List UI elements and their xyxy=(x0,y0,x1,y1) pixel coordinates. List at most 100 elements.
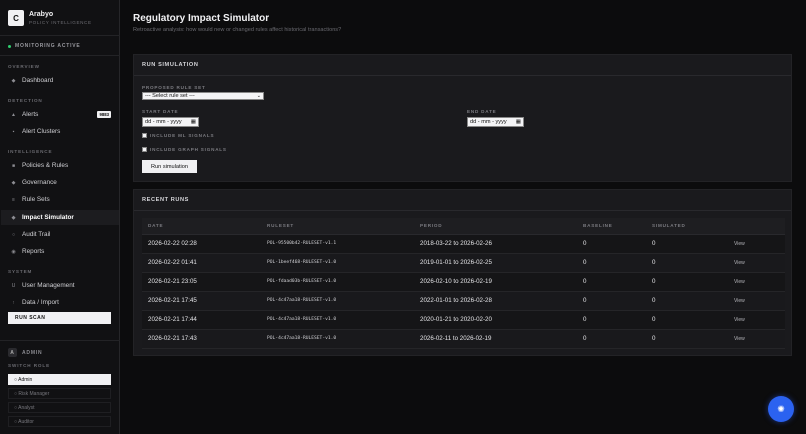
view-button[interactable]: View xyxy=(734,279,745,285)
column-header-actions xyxy=(728,218,785,235)
section-system: SYSTEM xyxy=(8,269,33,274)
sparkle-icon: ✺ xyxy=(777,403,785,414)
run-simulation-card: RUN SIMULATION PROPOSED RULE SET --- Sel… xyxy=(133,54,792,182)
end-date-input[interactable]: dd - mm - yyyy ▦ xyxy=(467,117,524,127)
divider xyxy=(0,55,120,56)
run-simulation-button[interactable]: Run simulation xyxy=(142,160,197,173)
sidebar-item-audit-trail[interactable]: ○ Audit Trail xyxy=(1,227,119,242)
sidebar-item-data-import[interactable]: ↑ Data / Import xyxy=(1,295,119,310)
cell-ruleset: POL-fdaad03b-RULESET-v1.0 xyxy=(261,272,414,292)
column-header-period: PERIOD xyxy=(414,218,577,235)
page-title: Regulatory Impact Simulator xyxy=(133,13,270,24)
sidebar-item-governance[interactable]: ◆ Governance xyxy=(1,175,119,190)
warning-icon: ▲ xyxy=(11,111,16,118)
role-risk-manager[interactable]: ○ Risk Manager xyxy=(8,388,111,399)
include-graph-checkbox[interactable]: INCLUDE GRAPH SIGNALS xyxy=(142,147,227,152)
role-auditor[interactable]: ○ Auditor xyxy=(8,416,111,427)
sidebar-item-rule-sets[interactable]: ≡ Rule Sets xyxy=(1,192,119,207)
chart-icon: ◉ xyxy=(11,248,16,255)
checkbox-icon[interactable] xyxy=(142,133,147,138)
cell-ruleset: POL-1beef468-RULESET-v1.0 xyxy=(261,253,414,273)
sidebar-item-alerts[interactable]: ▲ Alerts 9883 xyxy=(1,107,119,122)
cell-ruleset: POL-4c47aa18-RULESET-v1.0 xyxy=(261,329,414,349)
document-icon: ■ xyxy=(11,162,16,169)
user-icon: U xyxy=(11,282,16,289)
sidebar-item-reports[interactable]: ◉ Reports xyxy=(1,244,119,259)
cell-period: 2020-01-21 to 2020-02-20 xyxy=(414,310,577,330)
recent-runs-card: RECENT RUNS DATE RULESET PERIOD BASELINE… xyxy=(133,189,792,356)
cell-baseline: 0 xyxy=(577,272,646,292)
sidebar: C Arabyo POLICY INTELLIGENCE MONITORING … xyxy=(0,0,120,434)
table-row: 2026-02-21 23:05 POL-fdaad03b-RULESET-v1… xyxy=(142,272,785,292)
sidebar-item-dashboard[interactable]: ◆ Dashboard xyxy=(1,73,119,88)
cell-simulated: 0 xyxy=(646,234,728,254)
cell-simulated: 0 xyxy=(646,291,728,311)
start-date-input[interactable]: dd - mm - yyyy ▦ xyxy=(142,117,199,127)
recent-runs-table: DATE RULESET PERIOD BASELINE SIMULATED 2… xyxy=(142,218,785,349)
end-date-label: END DATE xyxy=(467,109,497,114)
brand-subtitle: POLICY INTELLIGENCE xyxy=(29,20,92,25)
view-button[interactable]: View xyxy=(734,241,745,247)
sidebar-item-policies-rules[interactable]: ■ Policies & Rules xyxy=(1,158,119,173)
cell-baseline: 0 xyxy=(577,310,646,330)
column-header-baseline: BASELINE xyxy=(577,218,646,235)
cell-simulated: 0 xyxy=(646,253,728,273)
table-row: 2026-02-21 17:43 POL-4c47aa18-RULESET-v1… xyxy=(142,329,785,349)
table-row: 2026-02-21 17:45 POL-4c47aa18-RULESET-v1… xyxy=(142,291,785,311)
checkbox-icon[interactable] xyxy=(142,147,147,152)
cell-ruleset: POL-95500b42-RULESET-v1.1 xyxy=(261,234,414,254)
role-admin[interactable]: ○ Admin xyxy=(8,374,111,385)
divider xyxy=(0,35,120,36)
brand: C Arabyo POLICY INTELLIGENCE xyxy=(8,10,92,26)
sidebar-item-impact-simulator[interactable]: ◆ Impact Simulator xyxy=(1,210,119,225)
cell-period: 2018-03-22 to 2026-02-26 xyxy=(414,234,577,254)
table-row: 2026-02-22 02:28 POL-95500b42-RULESET-v1… xyxy=(142,234,785,254)
calendar-icon[interactable]: ▦ xyxy=(191,119,196,125)
section-detection: DETECTION xyxy=(8,98,43,103)
cell-period: 2026-02-11 to 2026-02-19 xyxy=(414,329,577,349)
cell-period: 2019-01-01 to 2026-02-25 xyxy=(414,253,577,273)
switch-role-label: SWITCH ROLE xyxy=(8,363,51,368)
cell-period: 2022-01-01 to 2026-02-28 xyxy=(414,291,577,311)
chevron-down-icon: ⌄ xyxy=(256,93,261,99)
status-dot-icon xyxy=(8,44,11,48)
view-button[interactable]: View xyxy=(734,336,745,342)
brand-name: Arabyo xyxy=(29,11,54,18)
cell-date: 2026-02-21 17:45 xyxy=(142,291,261,311)
cell-period: 2026-02-10 to 2026-02-19 xyxy=(414,272,577,292)
sidebar-item-alert-clusters[interactable]: ▪ Alert Clusters xyxy=(1,124,119,139)
column-header-ruleset: RULESET xyxy=(261,218,414,235)
sidebar-item-user-management[interactable]: U User Management xyxy=(1,278,119,293)
cell-simulated: 0 xyxy=(646,310,728,330)
avatar: A xyxy=(8,348,17,357)
role-analyst[interactable]: ○ Analyst xyxy=(8,402,111,413)
recent-runs-heading: RECENT RUNS xyxy=(134,190,791,211)
run-scan-button[interactable]: RUN SCAN xyxy=(8,312,111,324)
column-header-simulated: SIMULATED xyxy=(646,218,728,235)
cell-date: 2026-02-21 23:05 xyxy=(142,272,261,292)
list-icon: ≡ xyxy=(12,196,15,203)
import-icon: ↑ xyxy=(12,299,15,306)
include-ml-checkbox[interactable]: INCLUDE ML SIGNALS xyxy=(142,133,214,138)
view-button[interactable]: View xyxy=(734,260,745,266)
assistant-button[interactable]: ✺ xyxy=(768,396,794,422)
start-date-label: START DATE xyxy=(142,109,179,114)
section-overview: OVERVIEW xyxy=(8,64,40,69)
cell-date: 2026-02-22 02:28 xyxy=(142,234,261,254)
monitoring-status: MONITORING ACTIVE xyxy=(8,43,81,49)
diamond-icon: ◆ xyxy=(11,179,16,186)
cell-date: 2026-02-21 17:43 xyxy=(142,329,261,349)
cell-simulated: 0 xyxy=(646,329,728,349)
view-button[interactable]: View xyxy=(734,298,745,304)
cluster-icon: ▪ xyxy=(12,128,15,135)
column-header-date: DATE xyxy=(142,218,261,235)
view-button[interactable]: View xyxy=(734,317,745,323)
calendar-icon[interactable]: ▦ xyxy=(516,119,521,125)
cell-ruleset: POL-4c47aa18-RULESET-v1.0 xyxy=(261,310,414,330)
cell-baseline: 0 xyxy=(577,234,646,254)
divider xyxy=(0,340,120,341)
cell-simulated: 0 xyxy=(646,272,728,292)
diamond-icon: ◆ xyxy=(11,214,16,221)
section-intelligence: INTELLIGENCE xyxy=(8,149,53,154)
rule-set-select[interactable]: --- Select rule set --- ⌄ xyxy=(142,92,264,100)
